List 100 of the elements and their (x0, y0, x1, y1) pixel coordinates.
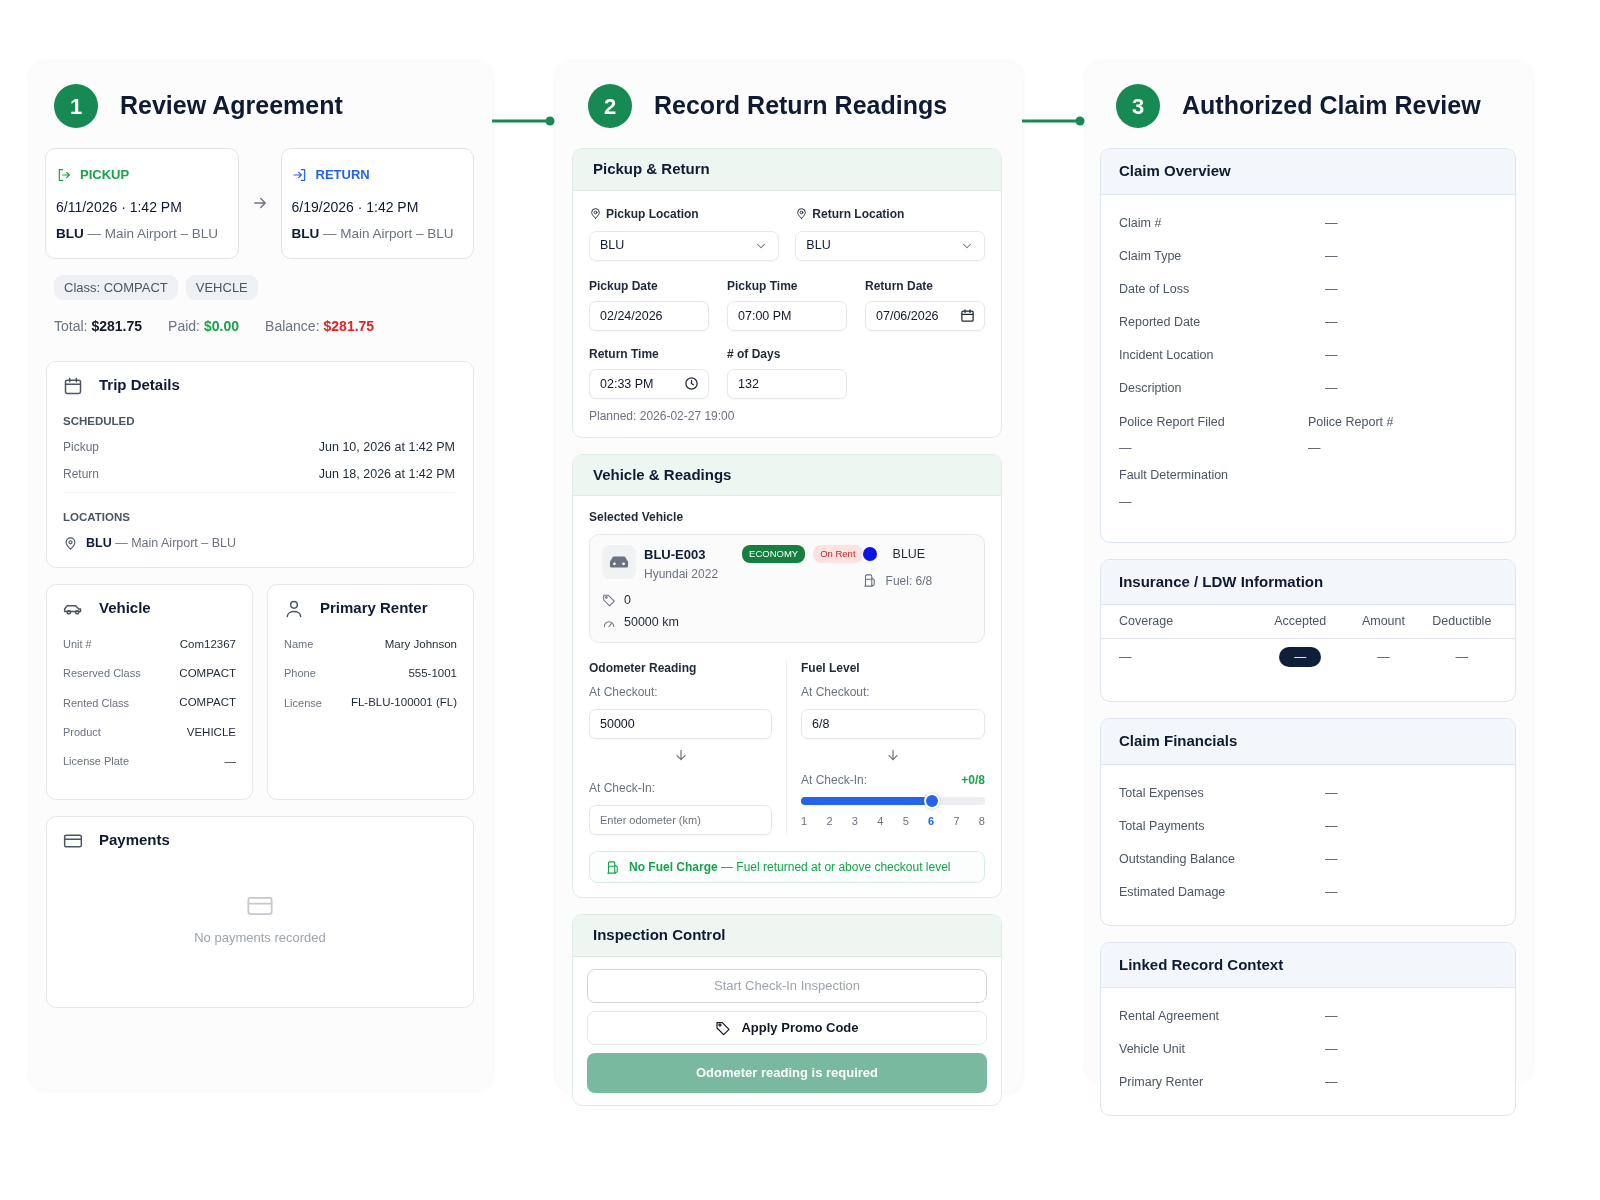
field-label: Primary Renter (1119, 1074, 1205, 1092)
calendar-icon (960, 307, 975, 323)
fuel-icon (606, 859, 621, 875)
leg-label: RETURN (315, 166, 370, 184)
field-label: At Check-In: (589, 780, 657, 797)
field-label: Return Time (589, 345, 660, 363)
vehicle-unit: BLU-E003 (644, 546, 707, 564)
field-label: Claim Type (1119, 247, 1183, 265)
card-title: Vehicle (99, 598, 151, 619)
leg-location: BLU — Main Airport – BLU (56, 224, 220, 243)
arrow-down-icon (885, 747, 901, 763)
date-field[interactable]: 07/06/2026 (865, 300, 985, 331)
notice-text: No Fuel Charge — Fuel returned at or above checkout level (629, 859, 951, 876)
column-header: Deductible (1431, 613, 1493, 631)
tag-chip: Class: COMPACT (54, 274, 178, 301)
table-cell: — (1455, 650, 1469, 665)
time-field[interactable]: 02:33 PM (589, 368, 709, 399)
field-label: Name (284, 637, 314, 653)
field-label: Unit # (63, 637, 92, 653)
arrow-out-icon (56, 166, 72, 183)
tag-count: 0 (624, 591, 631, 609)
field-label: Pickup (63, 439, 100, 457)
location-select[interactable]: BLU (589, 230, 780, 261)
leg-location: BLU — Main Airport – BLU (291, 224, 455, 243)
field-label: Incident Location (1119, 346, 1215, 364)
section-label: Fuel Level (801, 660, 861, 677)
field-label: License (284, 695, 322, 711)
table-cell: — (1119, 650, 1132, 665)
slider-thumb[interactable] (924, 793, 941, 809)
total-label: Total: (54, 317, 88, 337)
field-label: At Checkout: (801, 684, 871, 701)
field-value: — (224, 753, 236, 769)
field-label: Claim # (1119, 214, 1163, 232)
section-label: Odometer Reading (589, 660, 698, 677)
field-label: Police Report # (1308, 413, 1395, 431)
field-value: FL-BLU-100001 (FL) (350, 695, 457, 711)
location-select[interactable]: BLU (795, 230, 985, 261)
tick-label: 3 (851, 814, 858, 829)
total-label: Balance: (265, 317, 320, 337)
field-value: — (1325, 379, 1338, 397)
odometer-input[interactable]: Enter odometer (km) (589, 805, 772, 835)
tick-label: 6 (928, 814, 935, 829)
card-title: Claim Financials (1119, 732, 1238, 749)
status-badge: On Rent (813, 545, 863, 564)
field-label: Rental Agreement (1119, 1008, 1221, 1026)
card-title: Insurance / LDW Information (1119, 572, 1324, 590)
section-heading: SCHEDULED (63, 413, 136, 429)
field-label: # of Days (727, 345, 782, 363)
field-label: Fault Determination (1119, 467, 1230, 484)
field-label: At Checkout: (589, 684, 659, 701)
connector-line (1022, 114, 1086, 127)
field-label: Outstanding Balance (1119, 850, 1237, 868)
field-value: — (1325, 817, 1338, 835)
total-label: Paid: (168, 317, 200, 337)
step-title: Authorized Claim Review (1182, 90, 1481, 122)
promo-button[interactable]: Apply Promo Code (587, 1010, 987, 1045)
input-field[interactable]: 132 (727, 368, 847, 399)
input-field[interactable]: 07:00 PM (727, 300, 847, 331)
field-value: 555-1001 (408, 666, 457, 681)
table-cell: — (1377, 650, 1390, 665)
field-value: — (1325, 280, 1338, 298)
field-label: Reserved Class (63, 666, 141, 682)
pin-icon (589, 207, 602, 220)
field-label: Return Date (865, 277, 934, 295)
field-value: — (1325, 313, 1338, 331)
input-field[interactable]: 50000 (589, 709, 772, 739)
card-title: Inspection Control (593, 926, 726, 943)
field-label: License Plate (63, 754, 130, 770)
tick-label: 2 (826, 814, 833, 829)
card-title: Claim Overview (1119, 162, 1231, 179)
input-field[interactable]: 02/24/2026 (589, 300, 709, 331)
step-number: 2 (588, 84, 632, 128)
tag-chip: VEHCLE (185, 274, 258, 301)
field-value: — (1325, 346, 1338, 364)
input-field[interactable]: 6/8 (801, 709, 985, 739)
step-title: Review Agreement (120, 90, 343, 122)
tick-label: 1 (801, 814, 808, 829)
field-value: — (1308, 440, 1322, 458)
step-number: 1 (54, 84, 98, 128)
section-label: Selected Vehicle (589, 509, 685, 526)
section-heading: LOCATIONS (63, 509, 131, 525)
slider-track[interactable] (801, 797, 985, 805)
total-value: $0.00 (204, 317, 240, 337)
field-value: — (1325, 1008, 1338, 1026)
tick-label: 4 (877, 814, 884, 829)
fuel-reading: Fuel: 6/8 (885, 572, 933, 590)
card-title: Vehicle & Readings (593, 465, 732, 483)
field-value: Com12367 (179, 636, 236, 652)
field-label: Phone (284, 666, 316, 682)
tick-label: 5 (902, 814, 909, 829)
field-value: COMPACT (179, 695, 236, 711)
location-text: BLU — Main Airport – BLU (86, 534, 237, 552)
leg-datetime: 6/19/2026 · 1:42 PM (291, 197, 420, 217)
field-value: Jun 18, 2026 at 1:42 PM (318, 465, 455, 483)
field-value: — (1119, 493, 1133, 511)
field-label: Total Expenses (1119, 784, 1205, 802)
field-label: Pickup Time (727, 277, 799, 295)
column-header: Amount (1360, 613, 1406, 631)
field-value: — (1325, 1041, 1338, 1059)
step-title: Record Return Readings (654, 90, 948, 122)
